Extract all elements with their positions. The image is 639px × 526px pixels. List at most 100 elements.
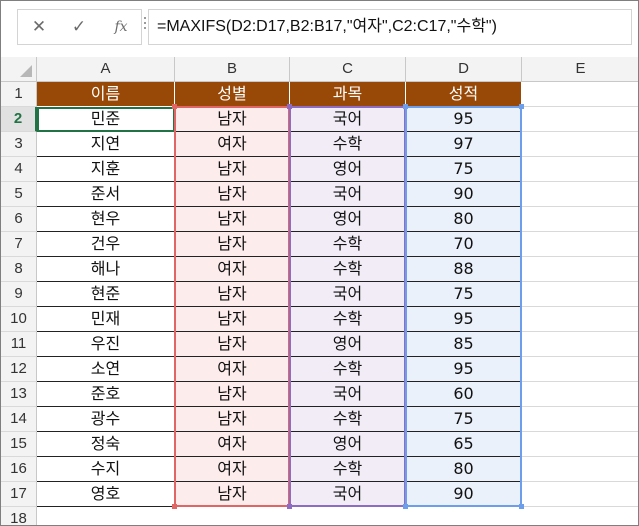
cell-d[interactable]: 80 bbox=[406, 457, 522, 482]
row-header[interactable]: 5 bbox=[1, 182, 37, 207]
cell-e[interactable] bbox=[522, 232, 638, 257]
cell-d[interactable]: 75 bbox=[406, 282, 522, 307]
cell-a[interactable]: 지연 bbox=[37, 132, 175, 157]
cell-d[interactable]: 88 bbox=[406, 257, 522, 282]
cell-d[interactable]: 65 bbox=[406, 432, 522, 457]
row-header[interactable]: 8 bbox=[1, 257, 37, 282]
row-header[interactable]: 11 bbox=[1, 332, 37, 357]
row-header[interactable]: 15 bbox=[1, 432, 37, 457]
cell-a[interactable]: 정숙 bbox=[37, 432, 175, 457]
cell-c[interactable]: 국어 bbox=[290, 282, 406, 307]
cell-d[interactable]: 75 bbox=[406, 407, 522, 432]
cell-c[interactable]: 수학 bbox=[290, 357, 406, 382]
cell-a[interactable]: 현준 bbox=[37, 282, 175, 307]
header-cell-a[interactable]: 이름 bbox=[37, 82, 175, 107]
cell-b[interactable]: 여자 bbox=[175, 457, 290, 482]
row-header[interactable]: 9 bbox=[1, 282, 37, 307]
row-header[interactable]: 10 bbox=[1, 307, 37, 332]
cell-e[interactable] bbox=[522, 282, 638, 307]
cell-c[interactable]: 수학 bbox=[290, 132, 406, 157]
cell-c[interactable]: 수학 bbox=[290, 257, 406, 282]
cancel-icon[interactable]: ✕ bbox=[24, 10, 54, 44]
cell-b[interactable]: 남자 bbox=[175, 232, 290, 257]
cell-d[interactable]: 90 bbox=[406, 182, 522, 207]
cell-e[interactable] bbox=[522, 132, 638, 157]
cell-e[interactable] bbox=[522, 157, 638, 182]
header-cell-d[interactable]: 성적 bbox=[406, 82, 522, 107]
formula-input[interactable]: =MAXIFS(D2:D17,B2:B17,"여자",C2:C17,"수학") bbox=[148, 9, 632, 45]
cell-b[interactable]: 남자 bbox=[175, 382, 290, 407]
cell-a[interactable]: 광수 bbox=[37, 407, 175, 432]
cell-c[interactable]: 영어 bbox=[290, 207, 406, 232]
header-cell-c[interactable]: 과목 bbox=[290, 82, 406, 107]
cell-b[interactable]: 남자 bbox=[175, 407, 290, 432]
cell-b[interactable]: 여자 bbox=[175, 132, 290, 157]
row-header[interactable]: 16 bbox=[1, 457, 37, 482]
cell-b[interactable]: 남자 bbox=[175, 157, 290, 182]
cell-e[interactable] bbox=[522, 332, 638, 357]
insert-function-icon[interactable]: fx bbox=[106, 10, 136, 44]
row-header[interactable]: 2 bbox=[1, 107, 37, 132]
cell-d[interactable]: 70 bbox=[406, 232, 522, 257]
cell-a[interactable]: 준서 bbox=[37, 182, 175, 207]
cell-c[interactable]: 국어 bbox=[290, 382, 406, 407]
cell-a[interactable]: 준호 bbox=[37, 382, 175, 407]
cell-e[interactable] bbox=[522, 82, 638, 107]
cell-c[interactable]: 국어 bbox=[290, 107, 406, 132]
cell-b[interactable]: 남자 bbox=[175, 182, 290, 207]
cell-d[interactable]: 90 bbox=[406, 482, 522, 507]
cell-b[interactable]: 여자 bbox=[175, 257, 290, 282]
cell-e[interactable] bbox=[522, 207, 638, 232]
cell-a[interactable]: 영호 bbox=[37, 482, 175, 507]
cell-e[interactable] bbox=[522, 182, 638, 207]
column-header-a[interactable]: A bbox=[37, 57, 175, 82]
column-header-c[interactable]: C bbox=[290, 57, 406, 82]
column-header-d[interactable]: D bbox=[406, 57, 522, 82]
cell-c[interactable]: 국어 bbox=[290, 182, 406, 207]
cell-e[interactable] bbox=[522, 407, 638, 432]
cell-b[interactable]: 남자 bbox=[175, 207, 290, 232]
cell-c[interactable]: 국어 bbox=[290, 482, 406, 507]
cell-e[interactable] bbox=[522, 357, 638, 382]
cell-a[interactable]: 수지 bbox=[37, 457, 175, 482]
row-header[interactable]: 18 bbox=[1, 507, 37, 525]
cell-b[interactable]: 여자 bbox=[175, 357, 290, 382]
cell-b[interactable]: 남자 bbox=[175, 107, 290, 132]
cell-a[interactable]: 건우 bbox=[37, 232, 175, 257]
cell-a[interactable]: 소연 bbox=[37, 357, 175, 382]
cell-d[interactable]: 60 bbox=[406, 382, 522, 407]
formula-bar-resize-handle[interactable] bbox=[143, 17, 147, 37]
cell-d[interactable]: 97 bbox=[406, 132, 522, 157]
column-header-e[interactable]: E bbox=[522, 57, 638, 82]
row-header[interactable]: 7 bbox=[1, 232, 37, 257]
cell-d[interactable]: 80 bbox=[406, 207, 522, 232]
header-cell-b[interactable]: 성별 bbox=[175, 82, 290, 107]
cell-e[interactable] bbox=[522, 107, 638, 132]
cell-e[interactable] bbox=[522, 432, 638, 457]
cell-c[interactable]: 수학 bbox=[290, 307, 406, 332]
cell-e[interactable] bbox=[522, 457, 638, 482]
cell-e[interactable] bbox=[522, 482, 638, 507]
row-header[interactable]: 13 bbox=[1, 382, 37, 407]
cell-c[interactable]: 수학 bbox=[290, 457, 406, 482]
cell-a[interactable]: 우진 bbox=[37, 332, 175, 357]
cell-c[interactable]: 영어 bbox=[290, 332, 406, 357]
cell-b[interactable]: 남자 bbox=[175, 482, 290, 507]
row-header[interactable]: 6 bbox=[1, 207, 37, 232]
cell-d[interactable]: 85 bbox=[406, 332, 522, 357]
cell-c[interactable]: 영어 bbox=[290, 432, 406, 457]
row-header[interactable]: 12 bbox=[1, 357, 37, 382]
row-header[interactable]: 1 bbox=[1, 82, 37, 107]
cell-d[interactable]: 95 bbox=[406, 107, 522, 132]
row-header[interactable]: 4 bbox=[1, 157, 37, 182]
cell-c[interactable]: 수학 bbox=[290, 232, 406, 257]
cell-e[interactable] bbox=[522, 307, 638, 332]
cell-b[interactable]: 남자 bbox=[175, 307, 290, 332]
cell-b[interactable]: 남자 bbox=[175, 282, 290, 307]
cell-d[interactable]: 75 bbox=[406, 157, 522, 182]
cell-a[interactable]: 지훈 bbox=[37, 157, 175, 182]
cell-d[interactable]: 95 bbox=[406, 307, 522, 332]
cell-b[interactable]: 남자 bbox=[175, 332, 290, 357]
enter-icon[interactable]: ✓ bbox=[64, 10, 94, 44]
row-header[interactable]: 17 bbox=[1, 482, 37, 507]
